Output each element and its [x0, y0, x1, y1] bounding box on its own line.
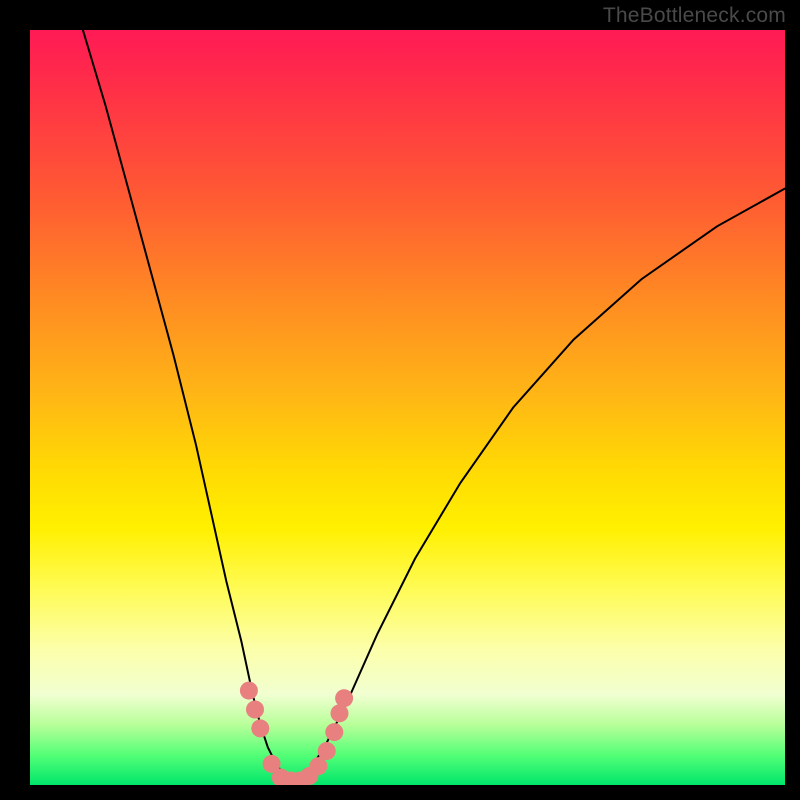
marker-0 [240, 682, 258, 700]
marker-10 [325, 723, 343, 741]
marker-12 [335, 689, 353, 707]
plot-area [30, 30, 785, 785]
data-markers [240, 682, 353, 785]
series-right-branch [298, 189, 785, 782]
marker-9 [318, 742, 336, 760]
marker-8 [309, 757, 327, 775]
watermark-text: TheBottleneck.com [603, 4, 786, 28]
marker-2 [251, 719, 269, 737]
marker-1 [246, 701, 264, 719]
series-left-branch [83, 30, 291, 781]
chart-frame: TheBottleneck.com [0, 0, 800, 800]
chart-svg [30, 30, 785, 785]
bottleneck-curve [83, 30, 785, 783]
